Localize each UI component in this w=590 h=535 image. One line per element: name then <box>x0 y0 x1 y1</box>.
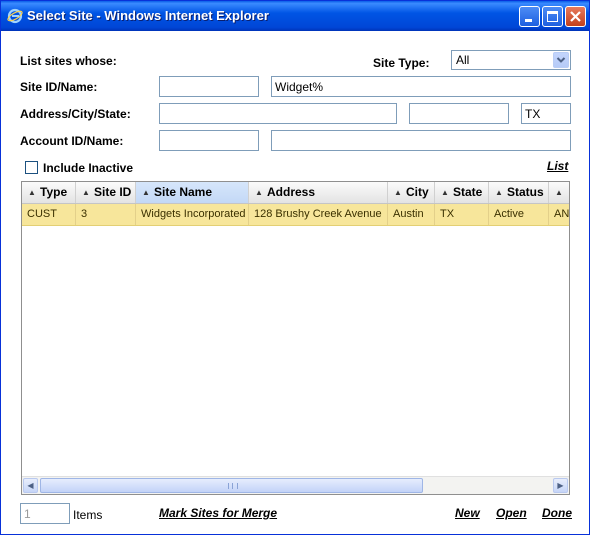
list-link[interactable]: List <box>547 159 568 173</box>
table-row[interactable]: CUST 3 Widgets Incorporated 128 Brushy C… <box>22 204 569 226</box>
include-inactive-label: Include Inactive <box>43 161 134 175</box>
column-header-state[interactable]: ▲︎ State <box>435 182 489 203</box>
sort-updown-icon: ▲︎ <box>555 188 563 197</box>
include-inactive-checkbox[interactable] <box>25 161 38 174</box>
site-name-input[interactable] <box>271 76 571 97</box>
column-header-more[interactable]: ▲︎ <box>549 182 569 203</box>
column-header-label: Status <box>507 185 544 199</box>
sort-updown-icon: ▲︎ <box>255 188 263 197</box>
column-header-label: Site Name <box>154 185 213 199</box>
cell-type: CUST <box>22 204 76 225</box>
done-link[interactable]: Done <box>542 506 572 520</box>
cell-city: Austin <box>388 204 435 225</box>
close-button[interactable] <box>565 6 586 27</box>
mark-sites-merge-link[interactable]: Mark Sites for Merge <box>159 506 277 520</box>
sort-updown-icon: ▲︎ <box>441 188 449 197</box>
maximize-button[interactable] <box>542 6 563 27</box>
minimize-icon <box>525 19 532 22</box>
site-id-label: Site ID/Name: <box>20 80 98 94</box>
sites-grid: ▲︎ Type ▲︎ Site ID ▲ Site Name ▲︎ Address ▲︎… <box>21 181 570 495</box>
items-label: Items <box>73 508 103 522</box>
chevron-down-icon[interactable] <box>553 52 569 68</box>
column-header-address[interactable]: ▲︎ Address <box>249 182 388 203</box>
cell-site-id: 3 <box>76 204 136 225</box>
column-header-site-id[interactable]: ▲︎ Site ID <box>76 182 136 203</box>
chevron-right-icon: ▶ <box>557 481 564 490</box>
scroll-right-button[interactable]: ▶ <box>553 478 568 493</box>
sort-updown-icon: ▲︎ <box>28 188 36 197</box>
new-link[interactable]: New <box>455 506 480 520</box>
column-header-label: City <box>406 185 429 199</box>
column-header-site-name[interactable]: ▲ Site Name <box>136 182 249 203</box>
window-title: Select Site - Windows Internet Explorer <box>27 8 269 23</box>
city-input[interactable] <box>409 103 509 124</box>
address-label: Address/City/State: <box>20 107 131 121</box>
site-type-select[interactable]: All <box>451 50 571 70</box>
scroll-thumb[interactable] <box>40 478 423 493</box>
site-type-label: Site Type: <box>373 56 430 70</box>
sort-updown-icon: ▲︎ <box>394 188 402 197</box>
minimize-button[interactable] <box>519 6 540 27</box>
chevron-left-icon: ◀ <box>27 481 34 490</box>
column-header-label: Site ID <box>94 185 132 199</box>
scroll-left-button[interactable]: ◀ <box>23 478 38 493</box>
cell-site-name: Widgets Incorporated <box>136 204 249 225</box>
column-header-label: Address <box>267 185 316 199</box>
site-id-input[interactable] <box>159 76 259 97</box>
sort-updown-icon: ▲︎ <box>495 188 503 197</box>
account-label: Account ID/Name: <box>20 134 124 148</box>
cell-state: TX <box>435 204 489 225</box>
account-name-input[interactable] <box>271 130 571 151</box>
ie-dialog-window: Select Site - Windows Internet Explorer … <box>0 0 590 535</box>
dialog-content: List sites whose: Site Type: All Site ID… <box>4 31 586 531</box>
column-header-city[interactable]: ▲︎ City <box>388 182 435 203</box>
sort-updown-icon: ▲︎ <box>82 188 90 197</box>
list-sites-label: List sites whose: <box>20 54 117 68</box>
column-header-label: Type <box>40 185 68 199</box>
address-input[interactable] <box>159 103 397 124</box>
title-bar[interactable]: Select Site - Windows Internet Explorer <box>1 1 589 31</box>
cell-more: AN <box>549 204 569 225</box>
horizontal-scrollbar[interactable]: ◀ ▶ <box>22 476 569 494</box>
column-header-label: State <box>453 185 483 199</box>
grid-header: ▲︎ Type ▲︎ Site ID ▲ Site Name ▲︎ Address ▲︎… <box>22 182 569 204</box>
state-input[interactable] <box>521 103 571 124</box>
cell-address: 128 Brushy Creek Avenue <box>249 204 388 225</box>
close-icon <box>570 11 581 22</box>
items-count-field <box>20 503 70 524</box>
cell-status: Active <box>489 204 549 225</box>
internet-explorer-icon <box>7 8 23 24</box>
site-type-value: All <box>456 53 470 67</box>
maximize-icon <box>547 11 558 22</box>
grip-icon <box>227 483 238 489</box>
account-id-input[interactable] <box>159 130 259 151</box>
sort-ascending-icon: ▲ <box>142 188 150 197</box>
column-header-type[interactable]: ▲︎ Type <box>22 182 76 203</box>
column-header-status[interactable]: ▲︎ Status <box>489 182 549 203</box>
open-link[interactable]: Open <box>496 506 527 520</box>
